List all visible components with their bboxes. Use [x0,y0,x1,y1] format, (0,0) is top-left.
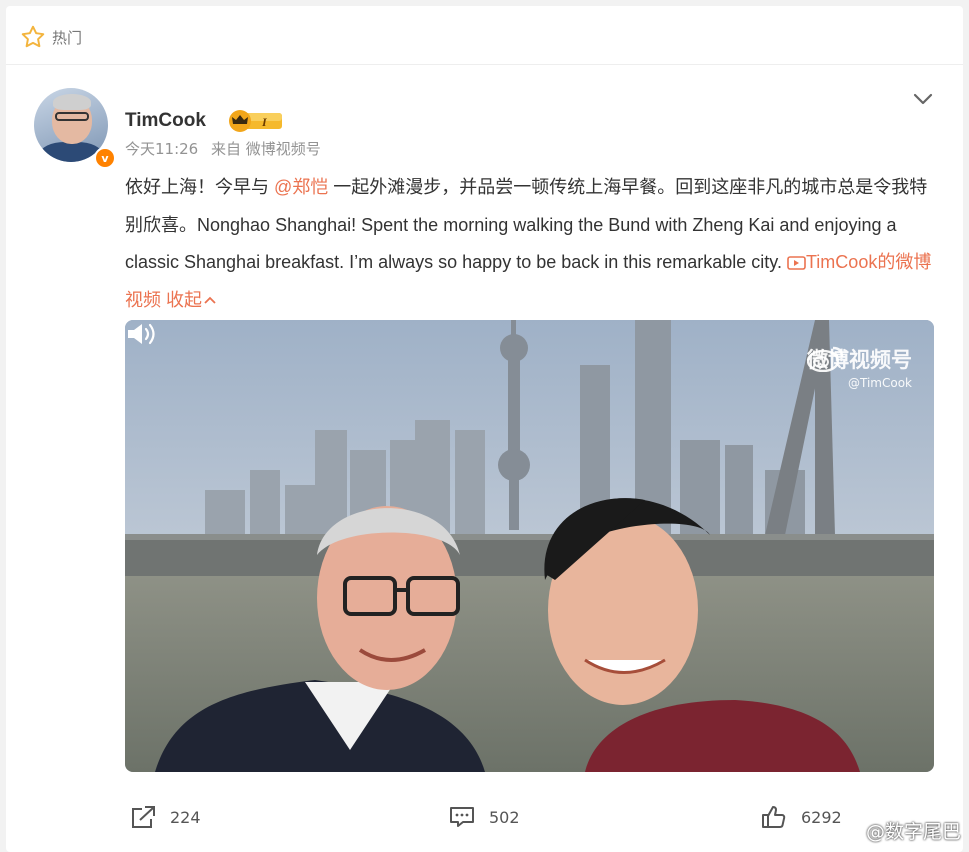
post-source: 来自 微博视频号 [211,140,321,158]
star-icon [21,25,45,48]
comment-button[interactable]: 502 [449,805,520,829]
verified-badge: v [94,147,116,169]
action-bar: 224 502 6292 [6,801,963,841]
chevron-down-icon[interactable] [910,86,936,112]
collapse-label: 收起 [166,289,203,310]
video-watermark: 微博视频号 @TimCook [807,344,912,390]
video-player[interactable]: 微博视频号 @TimCook [125,320,934,772]
mention-link[interactable]: @郑恺 [274,177,328,197]
hot-section-header: 热门 [20,24,82,50]
share-button[interactable]: 224 [130,805,201,829]
header-divider [6,64,963,65]
video-play-icon [787,256,806,271]
site-watermark: @数字尾巴 [828,817,961,844]
weibo-post-card: 热门 v TimCook I 今天11:26 来自 微博视频号 依好上海！今早与… [6,6,963,852]
weibo-logo-icon [807,346,844,372]
thumbs-up-icon [762,806,786,828]
weibo-logo-icon [828,820,861,842]
post-text-part1: 依好上海！今早与 [125,177,275,197]
site-watermark-text: @数字尾巴 [865,821,961,843]
comment-icon [450,807,474,827]
volume-icon[interactable] [125,320,159,348]
comment-count: 502 [489,807,520,827]
author-name[interactable]: TimCook [125,110,206,132]
chevron-up-icon [204,296,216,304]
share-count: 224 [170,807,201,827]
member-crown-badge[interactable]: I [226,109,284,133]
share-icon [132,806,155,828]
post-time[interactable]: 今天11:26 [125,140,198,158]
collapse-link[interactable]: 收起 [166,290,218,310]
post-text: 依好上海！今早与 @郑恺 一起外滩漫步，并品尝一顿传统上海早餐。回到这座非凡的城… [125,169,945,319]
post-meta: 今天11:26 来自 微博视频号 [125,138,329,159]
hot-label: 热门 [52,28,83,47]
watermark-handle: @TimCook [848,376,912,390]
